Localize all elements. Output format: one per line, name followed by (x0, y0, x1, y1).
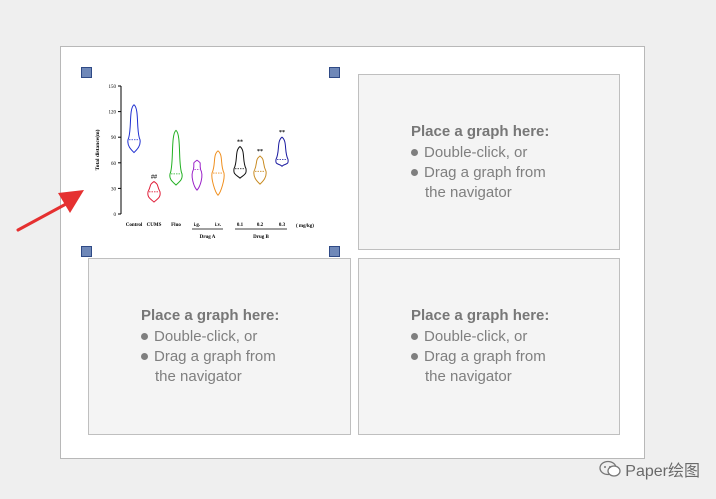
graph-placeholder-bottom-left[interactable]: Place a graph here: Double-click, or Dra… (88, 258, 351, 435)
placeholder-instruction-1: Double-click, or (424, 328, 528, 345)
x-tick-label: 0.3 (279, 223, 286, 228)
placeholder-instruction-1: Double-click, or (154, 328, 258, 345)
placed-violin-graph[interactable]: 0 30 60 90 120 150 Total distance(m) Control ## C… (85, 74, 330, 246)
placeholder-instruction-2: Drag a graph from (424, 348, 546, 365)
placeholder-title: Place a graph here: (411, 123, 550, 140)
violin-Fluo (169, 129, 183, 186)
unit-label: ( mg/kg) (296, 224, 314, 229)
resize-handle-top-right[interactable] (329, 67, 340, 78)
graph-placeholder-top-right[interactable]: Place a graph here: Double-click, or Dra… (358, 74, 620, 250)
group-label: Drug A (200, 235, 216, 240)
x-tick-label: Control (126, 223, 143, 228)
x-tick-label: 0.1 (237, 223, 244, 228)
significance-mark: ## (151, 175, 157, 181)
y-tick-label: 30 (111, 187, 117, 192)
placeholder-instruction-2-cont: the navigator (425, 368, 512, 385)
violin-0.1 (233, 145, 247, 179)
y-tick-label: 0 (114, 213, 117, 218)
y-tick-label: 90 (111, 136, 117, 141)
x-tick-label: Fluo (171, 223, 181, 228)
watermark: Paper绘图 (599, 457, 700, 481)
y-tick-label: 120 (109, 111, 117, 116)
violin-i.g. (191, 159, 203, 191)
placeholder-title: Place a graph here: (411, 307, 550, 324)
violin-0.2 (253, 155, 267, 185)
placeholder-instruction-1: Double-click, or (424, 144, 528, 161)
placeholder-instruction-2: Drag a graph from (424, 164, 546, 181)
x-tick-label: i.g. (194, 223, 201, 228)
resize-handle-bottom-right[interactable] (329, 246, 340, 257)
x-tick-label: CUMS (147, 223, 162, 228)
wechat-icon (599, 460, 621, 477)
bullet-icon (411, 149, 418, 156)
bullet-icon (411, 333, 418, 340)
bullet-icon (411, 353, 418, 360)
placeholder-instruction-2-cont: the navigator (155, 368, 242, 385)
placeholder-text: Place a graph here: Double-click, or Dra… (411, 307, 549, 387)
y-tick-label: 60 (111, 162, 117, 167)
graph-placeholder-bottom-right[interactable]: Place a graph here: Double-click, or Dra… (358, 258, 620, 435)
violin-0.3 (275, 136, 289, 167)
resize-handle-bottom-left[interactable] (81, 246, 92, 257)
bullet-icon (141, 333, 148, 340)
placeholder-text: Place a graph here: Double-click, or Dra… (141, 307, 279, 387)
significance-mark: ** (257, 149, 263, 155)
y-axis-label: Total distance(m) (94, 129, 101, 170)
bullet-icon (141, 353, 148, 360)
placeholder-instruction-2-cont: the navigator (425, 184, 512, 201)
x-tick-label: 0.2 (257, 223, 264, 228)
placeholder-title: Place a graph here: (141, 307, 280, 324)
watermark-text: Paper绘图 (625, 463, 700, 480)
significance-mark: ** (237, 140, 243, 146)
y-tick-label: 150 (109, 85, 117, 90)
x-tick-label: i.v. (215, 223, 222, 228)
placeholder-text: Place a graph here: Double-click, or Dra… (411, 123, 549, 203)
group-label: Drug B (253, 235, 269, 240)
bullet-icon (411, 169, 418, 176)
placeholder-instruction-2: Drag a graph from (154, 348, 276, 365)
significance-mark: ** (279, 130, 285, 136)
violin-Control (127, 104, 141, 154)
